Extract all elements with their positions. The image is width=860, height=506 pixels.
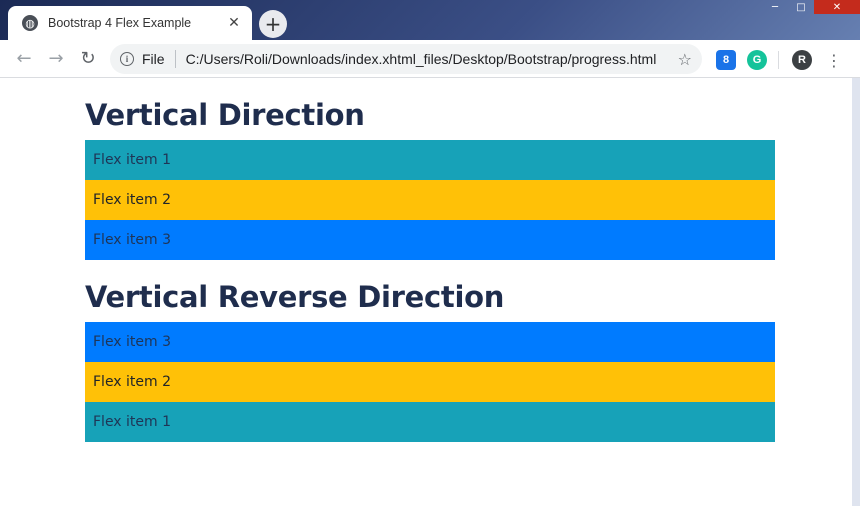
star-icon[interactable]: ☆ (678, 50, 692, 69)
address-bar[interactable]: i File C:/Users/Roli/Downloads/index.xht… (110, 44, 702, 74)
flex-item: Flex item 2 (85, 362, 775, 402)
tab-title: Bootstrap 4 Flex Example (48, 16, 192, 30)
flex-item: Flex item 3 (85, 220, 775, 260)
avatar[interactable]: R (792, 50, 812, 70)
minimize-icon[interactable]: ─ (762, 0, 788, 14)
menu-icon[interactable]: ⋮ (826, 49, 842, 71)
section-heading-vertical: Vertical Direction (85, 98, 365, 132)
desktop-edge (852, 78, 860, 506)
reload-icon[interactable]: ↻ (72, 43, 104, 75)
omnibox-divider (174, 50, 176, 68)
window-close-icon[interactable]: ✕ (814, 0, 860, 14)
flex-item: Flex item 1 (85, 140, 775, 180)
close-icon[interactable]: ✕ (226, 15, 242, 31)
flex-item: Flex item 2 (85, 180, 775, 220)
url-scheme-label: File (142, 51, 165, 67)
flex-column: Flex item 1 Flex item 2 Flex item 3 (85, 140, 775, 260)
forward-icon[interactable]: → (40, 43, 72, 75)
toolbar-divider (778, 51, 779, 69)
flex-column-reverse: Flex item 1 Flex item 2 Flex item 3 (85, 322, 775, 442)
maximize-icon[interactable]: □ (788, 0, 814, 14)
extension-icon[interactable]: 8 (716, 50, 736, 70)
back-icon[interactable]: ← (8, 43, 40, 75)
flex-item: Flex item 3 (85, 322, 775, 362)
tab-active[interactable]: ◍ Bootstrap 4 Flex Example ✕ (8, 6, 252, 40)
container: Vertical Direction Flex item 1 Flex item… (85, 78, 775, 442)
new-tab-button[interactable]: + (259, 10, 287, 38)
tab-strip: ◍ Bootstrap 4 Flex Example ✕ + ─ □ ✕ (0, 0, 860, 40)
flex-item: Flex item 1 (85, 402, 775, 442)
browser-window: ◍ Bootstrap 4 Flex Example ✕ + ─ □ ✕ ← →… (0, 0, 860, 506)
info-icon[interactable]: i (120, 52, 134, 66)
page-content: Vertical Direction Flex item 1 Flex item… (0, 78, 852, 506)
globe-icon: ◍ (22, 15, 38, 31)
grammarly-icon[interactable]: G (747, 50, 767, 70)
window-controls: ─ □ ✕ (762, 0, 860, 14)
url-text[interactable]: C:/Users/Roli/Downloads/index.xhtml_file… (186, 51, 672, 67)
section-heading-vertical-reverse: Vertical Reverse Direction (85, 280, 505, 314)
